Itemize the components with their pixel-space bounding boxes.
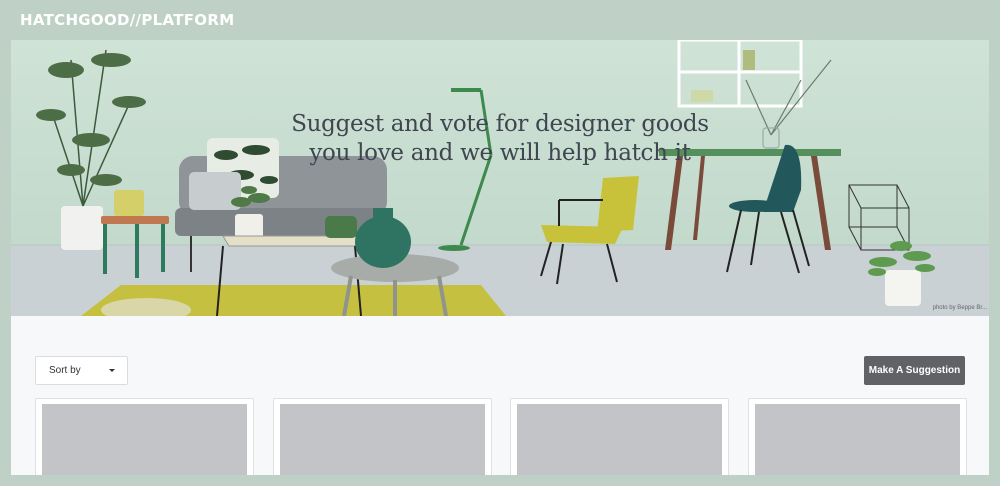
hero-headline-line-2: you love and we will help hatch it	[309, 140, 691, 166]
product-card[interactable]	[273, 398, 492, 475]
brand-logo[interactable]: HATCHGOOD//PLATFORM	[20, 11, 234, 29]
product-thumbnail[interactable]	[280, 404, 485, 475]
hero-headline-line-1: Suggest and vote for designer goods	[291, 111, 709, 137]
make-suggestion-button[interactable]: Make A Suggestion	[864, 356, 965, 385]
sort-dropdown-label: Sort by	[49, 365, 81, 376]
caret-down-icon	[109, 369, 115, 372]
product-toolbar: Sort by Make A Suggestion	[11, 316, 989, 475]
product-thumbnail[interactable]	[42, 404, 247, 475]
product-thumbnail[interactable]	[517, 404, 722, 475]
hero-headline: Suggest and vote for designer goods you …	[11, 110, 989, 168]
product-card[interactable]	[35, 398, 254, 475]
hero-banner: Suggest and vote for designer goods you …	[11, 40, 989, 316]
main-content: Suggest and vote for designer goods you …	[11, 40, 989, 475]
hero-illustration	[11, 40, 989, 316]
product-thumbnail[interactable]	[755, 404, 960, 475]
product-card[interactable]	[510, 398, 729, 475]
product-card[interactable]	[748, 398, 967, 475]
sort-dropdown[interactable]: Sort by	[35, 356, 128, 385]
photo-credit: photo by Beppe Br...	[932, 305, 987, 311]
